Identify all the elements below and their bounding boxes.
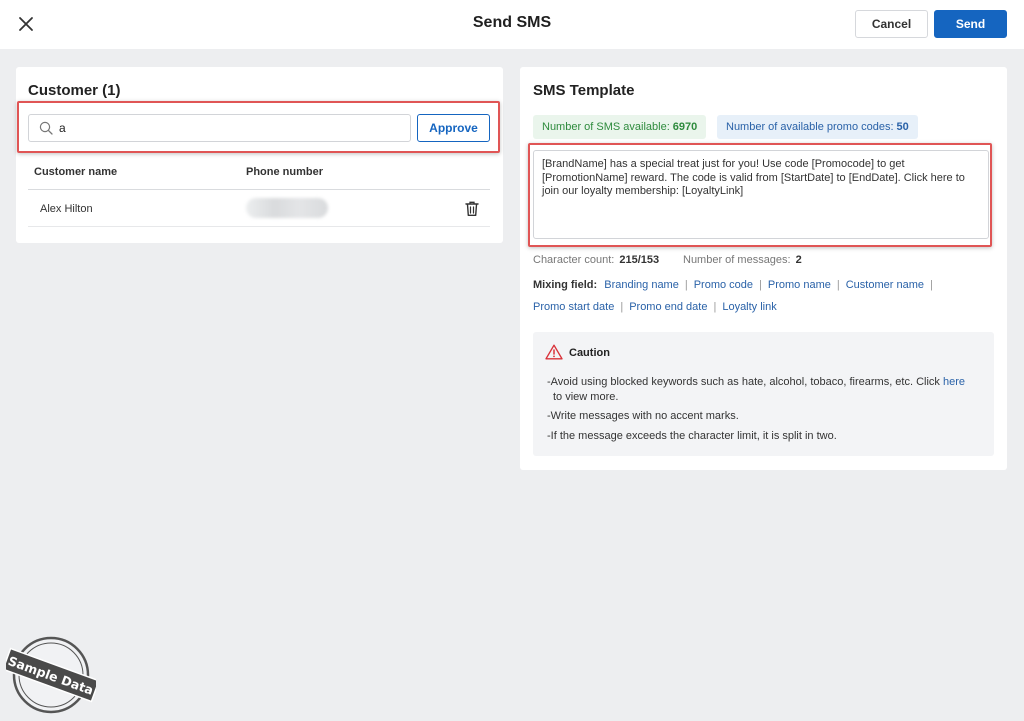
promo-available-label: Number of available promo codes: xyxy=(726,121,894,133)
message-count-value: 2 xyxy=(795,254,802,266)
caution-title: Caution xyxy=(569,347,610,359)
mixing-fields-row: Promo start date | Promo end date | Loyalty … xyxy=(533,301,777,313)
customer-panel-title: Customer (1) xyxy=(28,82,121,99)
table-row-divider xyxy=(28,226,490,227)
mixing-field-promo-code[interactable]: Promo code xyxy=(694,279,753,291)
caution-item: -Avoid using blocked keywords such as ha… xyxy=(547,375,987,405)
warning-icon xyxy=(545,344,563,360)
character-count: Character count: 215/153 xyxy=(533,254,659,266)
caution-item-text-continued: to view more. xyxy=(553,391,619,403)
approve-button[interactable]: Approve xyxy=(417,114,490,142)
mixing-field-promo-end-date[interactable]: Promo end date xyxy=(629,301,707,313)
caution-item: -If the message exceeds the character li… xyxy=(547,430,837,442)
customer-panel: Customer (1) Approve Customer name Phone… xyxy=(16,67,503,243)
mixing-field-label: Mixing field: xyxy=(533,279,598,291)
promo-available-value: 50 xyxy=(896,121,909,133)
table-header-divider xyxy=(28,189,490,190)
mixing-fields-row: Mixing field: Branding name | Promo code | P… xyxy=(533,279,933,291)
caution-item-text: -Avoid using blocked keywords such as ha… xyxy=(547,376,940,388)
sms-available-label: Number of SMS available: xyxy=(542,121,670,133)
message-count-label: Number of messages: xyxy=(683,254,791,266)
mixing-field-loyalty-link[interactable]: Loyalty link xyxy=(722,301,776,313)
promo-available-badge: Number of available promo codes: 50 xyxy=(717,115,918,139)
sms-template-panel: SMS Template Number of SMS available: 69… xyxy=(520,67,1007,470)
sms-available-value: 6970 xyxy=(672,121,698,133)
customer-search-input[interactable] xyxy=(59,119,399,137)
message-count: Number of messages: 2 xyxy=(683,254,802,266)
trash-icon[interactable] xyxy=(464,200,480,217)
column-header-phone-number: Phone number xyxy=(246,166,324,178)
mixing-field-branding-name[interactable]: Branding name xyxy=(604,279,679,291)
send-button[interactable]: Send xyxy=(934,10,1007,38)
caution-item: -Write messages with no accent marks. xyxy=(547,410,739,422)
mixing-field-promo-start-date[interactable]: Promo start date xyxy=(533,301,614,313)
sms-template-textarea[interactable]: [BrandName] has a special treat just for… xyxy=(533,150,989,239)
top-bar: Send SMS Cancel Send xyxy=(0,0,1024,49)
cancel-button[interactable]: Cancel xyxy=(855,10,928,38)
mixing-field-promo-name[interactable]: Promo name xyxy=(768,279,831,291)
customer-search-box[interactable] xyxy=(28,114,411,142)
character-count-label: Character count: xyxy=(533,254,615,266)
character-count-value: 215/153 xyxy=(619,254,660,266)
column-header-customer-name: Customer name xyxy=(34,166,118,178)
sample-data-stamp: Sample Data xyxy=(6,636,96,714)
phone-number-cell-blurred xyxy=(246,198,328,218)
search-icon xyxy=(39,121,53,135)
mixing-field-customer-name[interactable]: Customer name xyxy=(846,279,924,291)
sms-available-badge: Number of SMS available: 6970 xyxy=(533,115,707,139)
customer-name-cell: Alex Hilton xyxy=(40,203,93,215)
view-more-link[interactable]: here xyxy=(943,376,965,388)
sms-template-title: SMS Template xyxy=(533,82,635,99)
caution-box: Caution -Avoid using blocked keywords su… xyxy=(533,332,994,456)
